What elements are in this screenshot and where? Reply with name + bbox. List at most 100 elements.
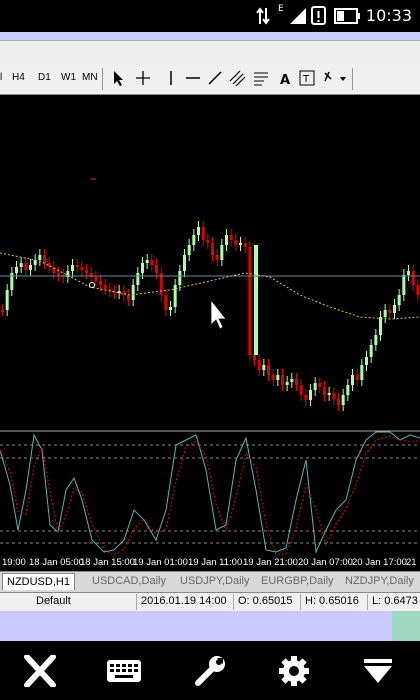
trendline-tool-icon[interactable]: [206, 69, 224, 87]
text-tool-icon[interactable]: A: [276, 69, 294, 87]
signal-icon: [290, 8, 306, 24]
bar-datetime: 2016.01.19 14:00: [141, 595, 227, 607]
candle-body: [19, 263, 23, 267]
candle-body: [5, 290, 9, 310]
candle-body: [337, 399, 340, 405]
candle-body: [99, 281, 102, 285]
candle-body: [225, 235, 228, 245]
candle-body: [85, 270, 88, 273]
candle-body: [388, 310, 392, 313]
channel-tool-icon[interactable]: [228, 69, 246, 87]
open-price: O: 0.65015: [238, 595, 293, 607]
chart-toolbar: l H4 D1 W1 MN A T: [0, 64, 420, 95]
time-label: 19 Jan 01:00: [133, 557, 188, 568]
gear-icon[interactable]: [276, 655, 312, 687]
candle-body: [192, 235, 196, 245]
close-icon[interactable]: [22, 655, 58, 687]
candle-body: [43, 255, 46, 263]
candle-body: [369, 345, 373, 357]
candle-body: [80, 267, 84, 270]
candle-body: [127, 295, 130, 300]
candle-body: [281, 375, 284, 385]
tab-nzdjpy-daily[interactable]: NZDJPY,Daily: [345, 575, 414, 587]
cursor-tool-icon[interactable]: [110, 69, 128, 87]
timeframe-w1[interactable]: W1: [61, 72, 76, 83]
candle-body: [234, 240, 238, 245]
crosshair-tool-icon[interactable]: [134, 69, 152, 87]
candle-body: [285, 382, 289, 385]
candle-body: [346, 385, 350, 395]
candle-body: [178, 271, 182, 285]
candle-body: [248, 247, 252, 355]
candle-body: [290, 379, 294, 382]
candle-body: [1, 310, 4, 312]
candle-body: [75, 265, 79, 267]
candle-body: [211, 243, 214, 255]
label-tool-icon[interactable]: T: [298, 69, 316, 87]
candle-body: [29, 265, 32, 270]
dropdown-icon[interactable]: [360, 655, 396, 687]
timeframe-h4[interactable]: H4: [12, 72, 25, 83]
horizontal-line-tool-icon[interactable]: [184, 69, 202, 87]
candle-body: [304, 395, 308, 400]
candle-body: [206, 240, 210, 243]
candle-body: [71, 265, 74, 271]
stochastic-oscillator[interactable]: [0, 430, 420, 555]
time-axis: 19:00 18 Jan 05:00 18 Jan 15:00 19 Jan 0…: [0, 555, 420, 571]
candle-body: [243, 243, 247, 247]
candle-body: [257, 360, 261, 370]
shapes-menu-icon[interactable]: [322, 69, 350, 87]
candle-body: [136, 273, 140, 285]
candle-body: [313, 383, 317, 390]
time-label: 20 Jan 17:00: [352, 557, 407, 568]
candle-body: [94, 277, 98, 281]
candle-body: [57, 273, 60, 275]
time-label: 18 Jan 15:00: [80, 557, 135, 568]
time-label: 18 Jan 05:00: [29, 557, 84, 568]
low-price: L: 0.6473: [372, 595, 418, 607]
candle-body: [416, 285, 420, 295]
candle-body: [267, 365, 270, 375]
candle-body: [169, 307, 172, 310]
candle-body: [402, 275, 406, 295]
timeframe-d1[interactable]: D1: [38, 72, 51, 83]
vertical-line-tool-icon[interactable]: [162, 69, 180, 87]
status-info-bar: Default 2016.01.19 14:00 O: 0.65015 H: 0…: [0, 592, 420, 611]
tab-nzdusd-h1[interactable]: NZDUSD,H1: [2, 573, 75, 590]
tab-usdcad-daily[interactable]: USDCAD,Daily: [92, 575, 166, 587]
candle-body: [253, 355, 256, 360]
candle-body: [383, 310, 387, 317]
status-bar: E 10:33: [0, 0, 420, 32]
app-header-band: [0, 32, 420, 40]
candle-body: [262, 365, 266, 370]
tab-usdjpy-daily[interactable]: USDJPY,Daily: [180, 575, 250, 587]
candle-body: [164, 295, 168, 310]
candle-body: [145, 260, 149, 263]
candle-body: [254, 245, 258, 355]
time-label: 19 Jan 11:00: [188, 557, 243, 568]
candle-body: [341, 395, 345, 405]
price-chart[interactable]: [0, 95, 420, 430]
candle-body: [103, 285, 107, 289]
keyboard-icon[interactable]: [106, 655, 142, 687]
candle-body: [327, 393, 331, 395]
candle-body: [295, 379, 298, 385]
high-price: H: 0.65016: [305, 595, 359, 607]
candle-body: [197, 227, 200, 235]
candle-body: [299, 385, 303, 395]
candle-body: [15, 267, 18, 273]
tab-eurgbp-daily[interactable]: EURGBP,Daily: [261, 575, 334, 587]
toolbar-divider-end: [352, 68, 353, 90]
candle-body: [407, 271, 410, 275]
moving-average-line: [0, 252, 420, 320]
toolbar-divider: [102, 68, 103, 90]
candle-body: [365, 357, 368, 365]
candle-body: [201, 227, 205, 240]
fibonacci-tool-icon[interactable]: [252, 69, 270, 87]
candle-body: [276, 375, 280, 380]
timeframe-mn[interactable]: MN: [82, 72, 98, 83]
battery-icon: [334, 8, 360, 24]
candle-body: [187, 245, 191, 255]
wrench-icon[interactable]: [192, 655, 228, 687]
time-label: 19:00: [2, 557, 26, 568]
